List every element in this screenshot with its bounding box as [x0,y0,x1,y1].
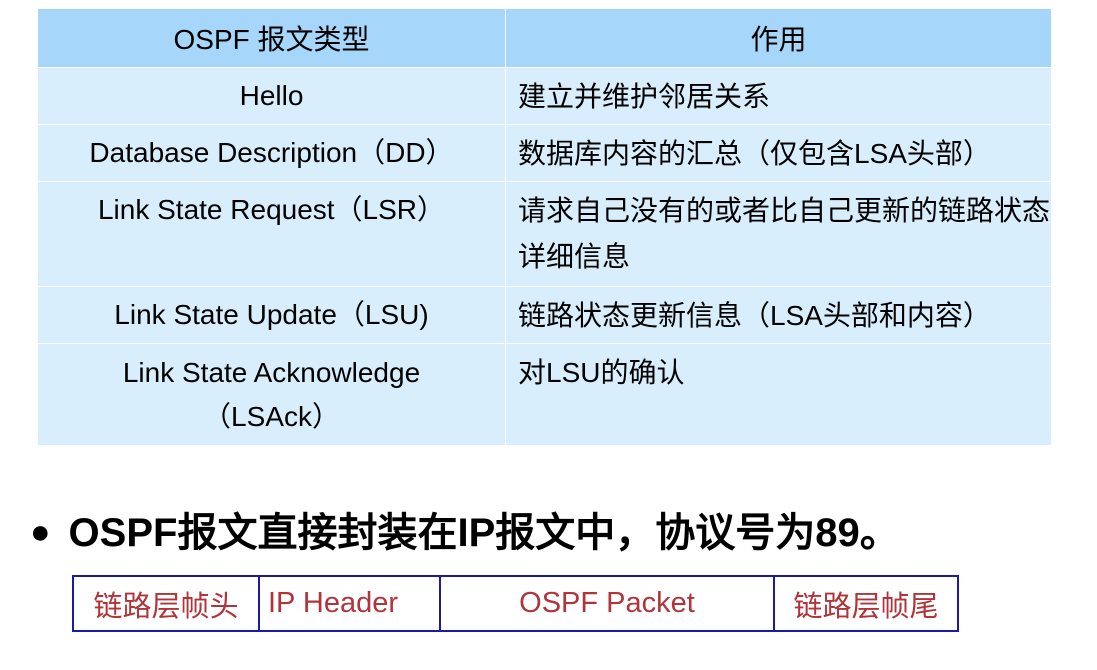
packet-type-cell: Link State Acknowledge（LSAck） [37,343,506,446]
packet-function-cell: 建立并维护邻居关系 [505,67,1052,125]
ospf-packet-types-table: OSPF 报文类型 作用 Hello 建立并维护邻居关系 Database De… [37,8,1052,446]
encapsulation-bullet: ● OSPF报文直接封装在IP报文中，协议号为89。 [30,500,900,558]
table-row: Database Description（DD） 数据库内容的汇总（仅包含LSA… [37,124,1052,182]
table-row: Hello 建立并维护邻居关系 [37,67,1052,125]
frame-segment-ip-header: IP Header [258,577,439,630]
table-header-row: OSPF 报文类型 作用 [37,8,1052,68]
header-function: 作用 [505,8,1052,68]
packet-type-cell: Link State Request（LSR） [37,181,506,287]
packet-function-cell: 数据库内容的汇总（仅包含LSA头部） [505,124,1052,182]
frame-segment-link-trailer: 链路层帧尾 [773,577,957,630]
frame-segment-link-header: 链路层帧头 [93,590,239,623]
encapsulation-text: OSPF报文直接封装在IP报文中，协议号为89。 [68,511,900,555]
packet-type-cell: Hello [37,67,506,125]
packet-type-cell: Link State Update（LSU) [37,286,506,344]
bullet-dot-icon: ● [30,513,51,551]
table-row: Link State Acknowledge（LSAck） 对LSU的确认 [37,343,1052,446]
frame-format-diagram: 链路层帧头 IP Header OSPF Packet 链路层帧尾 [72,575,959,632]
header-packet-type: OSPF 报文类型 [37,8,506,68]
packet-function-cell: 请求自己没有的或者比自己更新的链路状态详细信息 [505,181,1052,287]
packet-function-cell: 对LSU的确认 [505,343,1052,446]
table-row: Link State Request（LSR） 请求自己没有的或者比自己更新的链… [37,181,1052,287]
table-row: Link State Update（LSU) 链路状态更新信息（LSA头部和内容… [37,286,1052,344]
frame-segment-ospf-packet: OSPF Packet [439,577,773,630]
packet-type-cell: Database Description（DD） [37,124,506,182]
packet-function-cell: 链路状态更新信息（LSA头部和内容） [505,286,1052,344]
